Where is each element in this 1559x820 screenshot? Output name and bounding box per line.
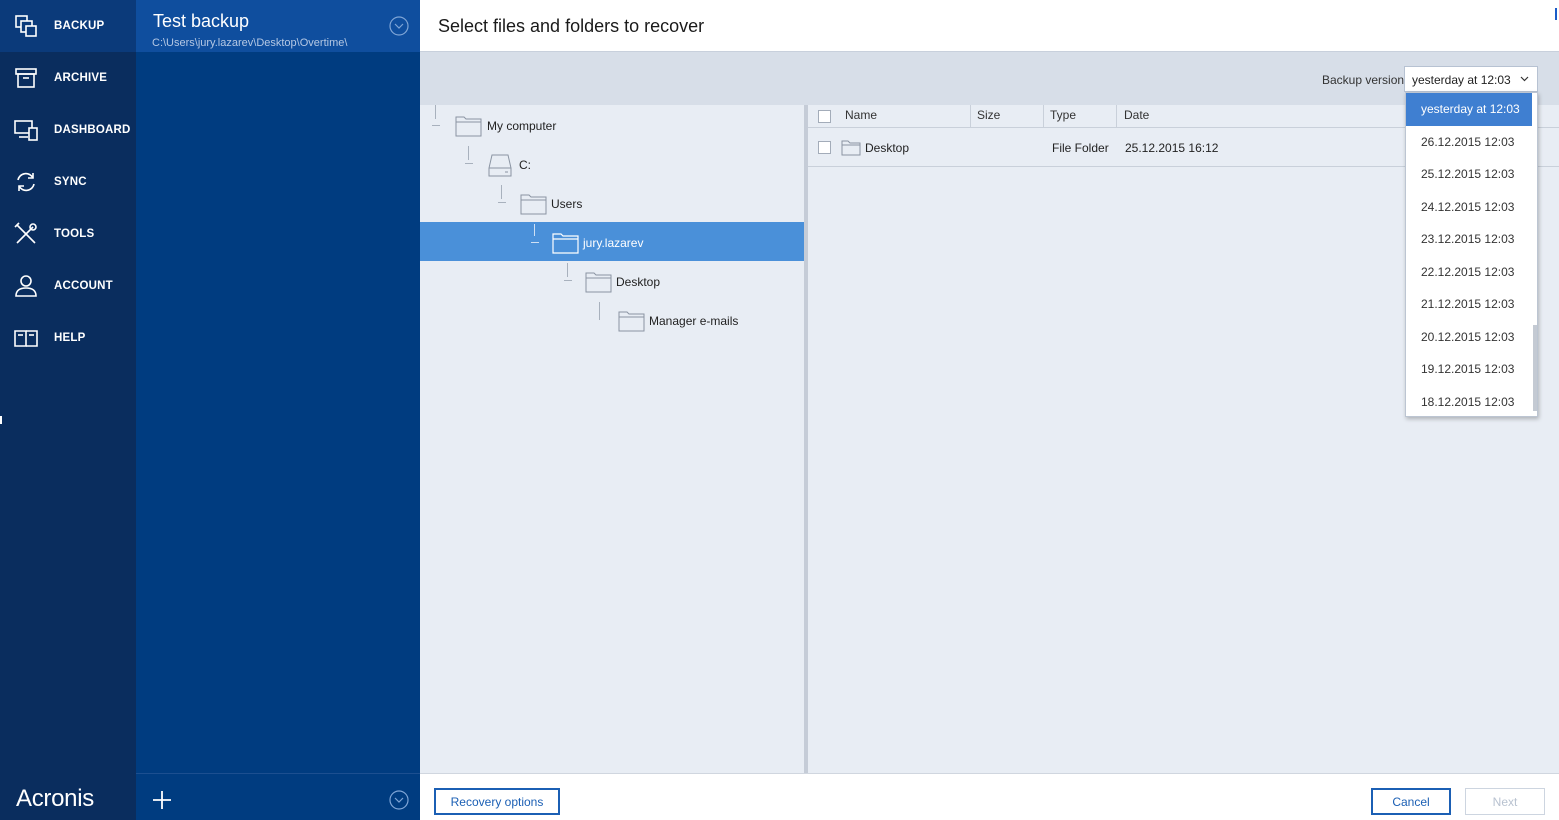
cell-type: File Folder bbox=[1052, 141, 1109, 155]
version-toolbar: Backup version: yesterday at 12:03 bbox=[420, 51, 1559, 105]
tree-label: Users bbox=[551, 197, 583, 211]
nav-account[interactable]: ACCOUNT bbox=[0, 260, 136, 312]
next-button[interactable]: Next bbox=[1465, 788, 1545, 815]
archive-icon bbox=[15, 68, 37, 88]
nav-help-label: HELP bbox=[54, 332, 86, 344]
nav-tools[interactable]: TOOLS bbox=[0, 208, 136, 260]
page-title: Select files and folders to recover bbox=[438, 16, 705, 36]
column-name[interactable]: Name bbox=[845, 108, 877, 122]
tree-node-my-computer[interactable]: My computer bbox=[420, 105, 804, 144]
nav-help[interactable]: HELP bbox=[0, 312, 136, 364]
backup-list-item-selected[interactable]: Test backup C:\Users\jury.lazarev\Deskto… bbox=[136, 0, 420, 52]
version-option[interactable]: 20.12.2015 12:03 bbox=[1406, 321, 1532, 354]
column-date[interactable]: Date bbox=[1124, 108, 1149, 122]
account-icon bbox=[15, 275, 37, 297]
folder-icon bbox=[552, 233, 579, 254]
version-option[interactable]: 18.12.2015 12:03 bbox=[1406, 386, 1532, 419]
tree-node-jury-lazarev[interactable]: jury.lazarev bbox=[420, 222, 804, 261]
backup-icon bbox=[15, 15, 37, 37]
folder-icon bbox=[520, 194, 547, 215]
nav-tools-label: TOOLS bbox=[54, 228, 95, 240]
tree-node-c-drive[interactable]: C: bbox=[420, 144, 804, 183]
version-option[interactable]: 25.12.2015 12:03 bbox=[1406, 158, 1532, 191]
backup-list-panel: Test backup C:\Users\jury.lazarev\Deskto… bbox=[136, 0, 420, 820]
recovery-options-button[interactable]: Recovery options bbox=[434, 788, 560, 815]
folder-icon bbox=[841, 140, 861, 156]
sync-icon bbox=[17, 172, 35, 192]
select-all-checkbox[interactable] bbox=[818, 110, 831, 123]
resize-handle[interactable] bbox=[0, 416, 2, 424]
tree-label: Manager e-mails bbox=[649, 314, 739, 328]
add-backup-plus-icon[interactable] bbox=[152, 790, 172, 810]
main-navigation: BACKUP ARCHIVE DASHBOARD SYNC TOOLS ACCO… bbox=[0, 0, 136, 820]
version-option[interactable]: 19.12.2015 12:03 bbox=[1406, 353, 1532, 386]
backup-version-label: Backup version: bbox=[1322, 73, 1408, 87]
nav-dashboard[interactable]: DASHBOARD bbox=[0, 104, 136, 156]
folder-tree: My computer C: Users jury.lazarev Deskto… bbox=[420, 105, 804, 773]
backup-list-options-chevron-icon[interactable] bbox=[389, 790, 409, 810]
drive-icon bbox=[488, 154, 512, 177]
nav-archive[interactable]: ARCHIVE bbox=[0, 52, 136, 104]
folder-icon bbox=[455, 116, 482, 137]
tree-node-desktop[interactable]: Desktop bbox=[420, 261, 804, 300]
dashboard-icon bbox=[14, 120, 38, 141]
recover-dialog: Select files and folders to recover Back… bbox=[420, 0, 1559, 820]
tree-label: Desktop bbox=[616, 275, 661, 289]
backup-version-value: yesterday at 12:03 bbox=[1412, 73, 1511, 87]
nav-account-label: ACCOUNT bbox=[54, 280, 113, 292]
nav-backup-label: BACKUP bbox=[54, 20, 105, 32]
tree-label: C: bbox=[519, 158, 531, 172]
cell-date: 25.12.2015 16:12 bbox=[1125, 141, 1219, 155]
folder-icon bbox=[618, 311, 645, 332]
nav-archive-label: ARCHIVE bbox=[54, 72, 108, 84]
cell-name: Desktop bbox=[865, 141, 910, 155]
row-checkbox[interactable] bbox=[818, 141, 831, 154]
nav-backup[interactable]: BACKUP bbox=[0, 0, 136, 52]
backup-source-path: C:\Users\jury.lazarev\Desktop\Overtime\ bbox=[152, 37, 348, 49]
window-edge-marker bbox=[1555, 8, 1557, 20]
help-icon bbox=[14, 330, 38, 347]
nav-sync[interactable]: SYNC bbox=[0, 156, 136, 208]
backup-version-dropdown: yesterday at 12:03 26.12.2015 12:03 25.1… bbox=[1405, 92, 1538, 417]
column-type[interactable]: Type bbox=[1050, 108, 1076, 122]
version-option[interactable]: 22.12.2015 12:03 bbox=[1406, 256, 1532, 289]
backup-list-footer bbox=[136, 773, 420, 820]
dialog-footer: Recovery options Cancel Next bbox=[420, 773, 1559, 820]
version-option[interactable]: 23.12.2015 12:03 bbox=[1406, 223, 1532, 256]
chevron-down-icon bbox=[1520, 76, 1529, 82]
nav-sync-label: SYNC bbox=[54, 176, 87, 188]
tree-node-manager-emails[interactable]: Manager e-mails bbox=[420, 300, 804, 339]
tree-label: My computer bbox=[487, 119, 557, 133]
tools-icon bbox=[14, 222, 37, 244]
backup-version-select[interactable]: yesterday at 12:03 bbox=[1404, 66, 1538, 92]
tree-label: jury.lazarev bbox=[583, 236, 644, 250]
cancel-button[interactable]: Cancel bbox=[1371, 788, 1451, 815]
folder-icon bbox=[585, 272, 612, 293]
column-size[interactable]: Size bbox=[977, 108, 1000, 122]
acronis-logo: Acronis bbox=[16, 785, 94, 812]
version-option[interactable]: 24.12.2015 12:03 bbox=[1406, 191, 1532, 224]
version-option[interactable]: 26.12.2015 12:03 bbox=[1406, 126, 1532, 159]
backup-menu-chevron-icon[interactable] bbox=[389, 16, 409, 36]
version-option[interactable]: 21.12.2015 12:03 bbox=[1406, 288, 1532, 321]
nav-dashboard-label: DASHBOARD bbox=[54, 124, 131, 136]
dropdown-scrollbar[interactable] bbox=[1533, 325, 1537, 411]
backup-title: Test backup bbox=[153, 11, 250, 31]
tree-node-users[interactable]: Users bbox=[420, 183, 804, 222]
version-option[interactable]: yesterday at 12:03 bbox=[1406, 93, 1532, 126]
